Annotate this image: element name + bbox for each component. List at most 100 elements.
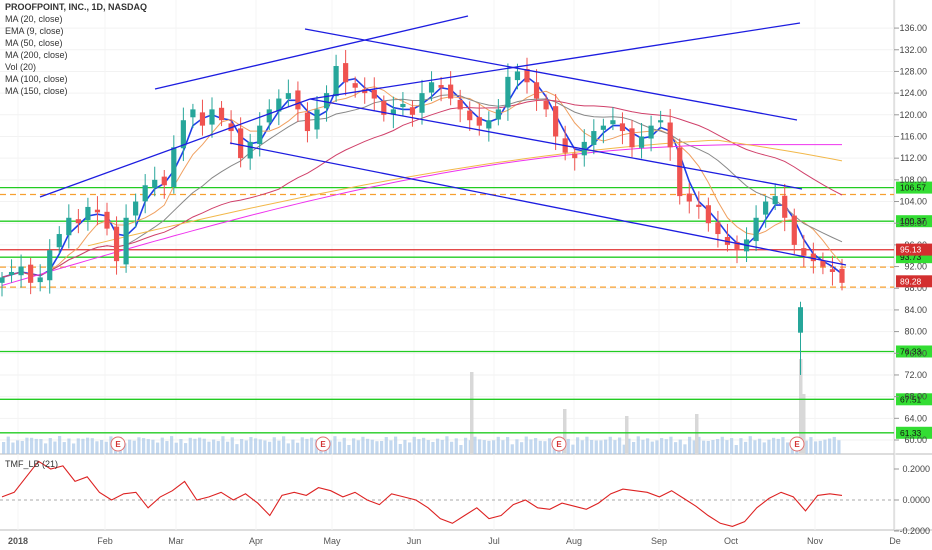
candle-body <box>610 120 616 125</box>
candle-body <box>257 125 263 145</box>
volume-bar <box>62 442 66 454</box>
volume-bar <box>268 441 272 454</box>
candle-body <box>629 128 635 148</box>
volume-bar <box>72 443 76 454</box>
candle-body <box>438 85 444 88</box>
volume-bar <box>566 438 570 454</box>
volume-bar <box>608 436 612 454</box>
chart-background <box>0 0 932 550</box>
volume-bar <box>291 439 295 454</box>
volume-bar <box>179 439 183 454</box>
y-tick-label: 108.00 <box>899 175 927 185</box>
volume-bar <box>725 440 729 454</box>
volume-bar <box>398 443 402 454</box>
candle-body <box>0 277 5 283</box>
candle-body <box>295 90 301 110</box>
volume-bar <box>814 441 818 454</box>
volume-bar <box>683 444 687 454</box>
volume-bar <box>366 438 370 454</box>
y-tick-label: 64.00 <box>904 413 927 423</box>
candle-body <box>47 250 53 281</box>
x-tick-label: May <box>323 536 341 546</box>
volume-bar <box>720 436 724 454</box>
volume-bar <box>249 436 253 454</box>
volume-bar <box>230 437 234 454</box>
volume-bar <box>739 438 743 454</box>
candle-body <box>66 217 72 236</box>
candle-body <box>343 63 349 83</box>
volume-bar <box>482 440 486 454</box>
volume-bar <box>762 442 766 454</box>
volume-bar <box>618 437 622 454</box>
x-tick-label: Aug <box>566 536 582 546</box>
x-tick-label: Sep <box>651 536 667 546</box>
volume-bar <box>576 437 580 454</box>
volume-bar <box>417 439 421 454</box>
x-tick-label: Oct <box>724 536 739 546</box>
volume-bar <box>543 441 547 454</box>
volume-bar <box>688 436 692 454</box>
volume-bar <box>184 443 188 454</box>
candle-body <box>839 268 845 283</box>
candle-body <box>247 141 253 159</box>
candle-body <box>791 215 797 245</box>
volume-bar <box>375 441 379 454</box>
volume-bar <box>440 439 444 454</box>
legend-ma100: MA (100, close) <box>5 74 68 84</box>
candle-body <box>161 176 167 186</box>
candle-body <box>658 120 664 123</box>
candle-body <box>199 112 206 126</box>
volume-bar <box>604 439 608 454</box>
volume-spike <box>695 414 699 454</box>
volume-bar <box>753 440 757 454</box>
volume-bar <box>459 445 463 454</box>
stock-chart[interactable]: 106.57100.3793.7376.3367.5161.33 EEEE 13… <box>0 0 932 550</box>
volume-bar <box>422 437 426 454</box>
volume-bar <box>496 436 500 454</box>
candle-body <box>705 205 711 224</box>
volume-bar <box>207 441 211 454</box>
volume-bar <box>300 437 304 454</box>
candle-body <box>782 195 788 218</box>
volume-bar <box>347 444 351 454</box>
indicator-label: TMF_LB (21) <box>5 459 58 469</box>
volume-bar <box>478 439 482 454</box>
candle-body <box>94 209 101 213</box>
candle-body <box>133 201 139 216</box>
y-tick-label: 72.00 <box>904 370 927 380</box>
volume-bar <box>594 440 598 454</box>
candle-body <box>820 260 826 267</box>
candle-body <box>333 66 339 97</box>
volume-bar <box>11 442 15 454</box>
candle-body <box>266 109 272 123</box>
y-tick-label: 124.00 <box>899 88 927 98</box>
candle-body <box>648 125 654 139</box>
candle-body <box>171 147 177 187</box>
volume-bar <box>515 439 519 454</box>
candle-body <box>476 117 482 126</box>
y-tick-label: 132.00 <box>899 45 927 55</box>
volume-bar <box>151 439 155 454</box>
candle-body <box>18 266 24 276</box>
volume-bar <box>786 442 790 454</box>
price-tag-label: 89.28 <box>900 276 922 286</box>
volume-bar <box>529 439 533 454</box>
legend-ma50: MA (50, close) <box>5 38 63 48</box>
volume-bar <box>650 441 654 454</box>
volume-bar <box>534 438 538 454</box>
volume-bar <box>818 440 822 454</box>
tmf-tick-label: -0.2000 <box>899 526 930 536</box>
volume-bar <box>487 440 491 454</box>
volume-bar <box>585 436 589 454</box>
volume-bar <box>524 436 528 454</box>
volume-bar <box>170 436 174 454</box>
volume-bar <box>16 440 20 454</box>
volume-bar <box>240 438 244 454</box>
volume-bar <box>361 436 365 454</box>
legend-ma20: MA (20, close) <box>5 14 63 24</box>
volume-bar <box>837 440 841 454</box>
candle-body <box>763 201 769 215</box>
candle-body <box>572 153 578 159</box>
y-tick-label: 116.00 <box>900 131 927 141</box>
y-tick-label: 76.00 <box>904 348 927 358</box>
